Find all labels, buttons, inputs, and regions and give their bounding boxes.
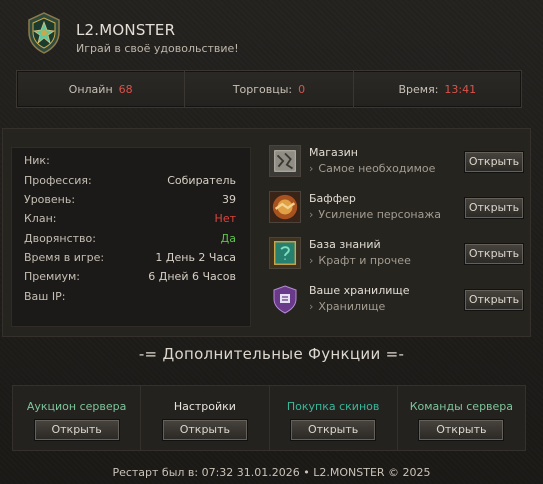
extra-label: Настройки <box>173 400 236 413</box>
stat-label: Время: <box>398 82 439 96</box>
profile-row-clan: Клан: Нет <box>24 212 236 228</box>
site-subtitle: Играй в своё удовольствие! <box>76 42 239 55</box>
open-knowledge-base-button[interactable]: Открыть <box>465 244 523 264</box>
open-commands-button[interactable]: Открыть <box>419 420 504 440</box>
service-shop: Магазин › Самое необходимое Открыть <box>269 143 524 183</box>
chevron-right-icon: › <box>309 162 314 175</box>
stat-value: 13:41 <box>444 82 477 96</box>
profile-label: Ваш IP: <box>24 290 66 303</box>
stat-value: 68 <box>118 82 133 96</box>
profile-value: Нет <box>214 212 236 225</box>
main-panel: Ник: Профессия: Собиратель Уровень: 39 К… <box>2 128 531 337</box>
profile-value: 39 <box>222 193 236 206</box>
profile-row-profession: Профессия: Собиратель <box>24 174 236 190</box>
stat-traders: Торговцы: 0 <box>185 71 354 107</box>
open-storage-button[interactable]: Открыть <box>465 290 523 310</box>
service-buffer: Баффер › Усиление персонажа Открыть <box>269 189 524 229</box>
extra-label: Аукцион сервера <box>26 400 127 413</box>
stat-label: Онлайн <box>68 82 113 96</box>
service-name: Ваше хранилище <box>309 284 410 297</box>
header: L2.MONSTER Играй в своё удовольствие! <box>0 0 543 64</box>
extra-settings: Настройки Открыть <box>141 386 270 450</box>
extra-auction: Аукцион сервера Открыть <box>13 386 142 450</box>
chevron-right-icon: › <box>309 254 314 267</box>
guild-crest-icon <box>28 12 60 54</box>
stat-value: 0 <box>298 82 306 96</box>
service-desc: › Самое необходимое <box>309 162 436 175</box>
book-icon <box>269 237 301 269</box>
extra-label: Покупка скинов <box>286 400 380 413</box>
profile-row-playtime: Время в игре: 1 День 2 Часа <box>24 251 236 267</box>
shield-crest-icon <box>269 283 301 315</box>
stats-bar: Онлайн 68 Торговцы: 0 Время: 13:41 <box>16 70 522 108</box>
profile-value: Да <box>220 232 236 245</box>
service-desc: › Хранилище <box>309 300 386 313</box>
extra-commands: Команды сервера Открыть <box>398 386 525 450</box>
service-name: Баффер <box>309 192 356 205</box>
profile-row-ip: Ваш IP: <box>24 290 236 306</box>
extra-skins: Покупка скинов Открыть <box>270 386 398 450</box>
extra-functions-bar: Аукцион сервера Открыть Настройки Открыт… <box>12 385 526 451</box>
profile-value: 6 Дней 6 Часов <box>148 270 236 283</box>
site-title: L2.MONSTER <box>76 21 176 39</box>
profile-row-nobility: Дворянство: Да <box>24 232 236 248</box>
open-settings-button[interactable]: Открыть <box>162 420 247 440</box>
profile-value: 1 День 2 Часа <box>155 251 236 264</box>
profile-label: Время в игре: <box>24 251 105 264</box>
chevron-right-icon: › <box>309 300 314 313</box>
handshake-icon <box>269 191 301 223</box>
profile-value: Собиратель <box>167 174 236 187</box>
profile-card: Ник: Профессия: Собиратель Уровень: 39 К… <box>11 147 251 327</box>
service-knowledge-base: База знаний › Крафт и прочее Открыть <box>269 235 524 275</box>
profile-label: Профессия: <box>24 174 92 187</box>
extra-label: Команды сервера <box>409 400 514 413</box>
profile-label: Премиум: <box>24 270 80 283</box>
profile-row-nick: Ник: <box>24 154 236 170</box>
service-desc: › Усиление персонажа <box>309 208 442 221</box>
extra-functions-title: -= Дополнительные Функции =- <box>138 345 405 363</box>
stat-label: Торговцы: <box>232 82 293 96</box>
map-scroll-icon <box>269 145 301 177</box>
footer-status: Рестарт был в: 07:32 31.01.2026 • L2.MON… <box>112 466 431 479</box>
stat-online: Онлайн 68 <box>17 71 186 107</box>
open-skins-button[interactable]: Открыть <box>291 420 376 440</box>
profile-label: Уровень: <box>24 193 76 206</box>
service-name: Магазин <box>309 146 358 159</box>
service-storage: Ваше хранилище › Хранилище Открыть <box>269 281 524 321</box>
open-auction-button[interactable]: Открыть <box>34 420 119 440</box>
open-buffer-button[interactable]: Открыть <box>465 198 523 218</box>
chevron-right-icon: › <box>309 208 314 221</box>
profile-label: Клан: <box>24 212 57 225</box>
profile-row-level: Уровень: 39 <box>24 193 236 209</box>
profile-label: Дворянство: <box>24 232 96 245</box>
stat-time: Время: 13:41 <box>354 71 521 107</box>
profile-row-premium: Премиум: 6 Дней 6 Часов <box>24 270 236 286</box>
service-name: База знаний <box>309 238 381 251</box>
service-desc: › Крафт и прочее <box>309 254 411 267</box>
profile-label: Ник: <box>24 154 50 167</box>
open-shop-button[interactable]: Открыть <box>465 152 523 172</box>
